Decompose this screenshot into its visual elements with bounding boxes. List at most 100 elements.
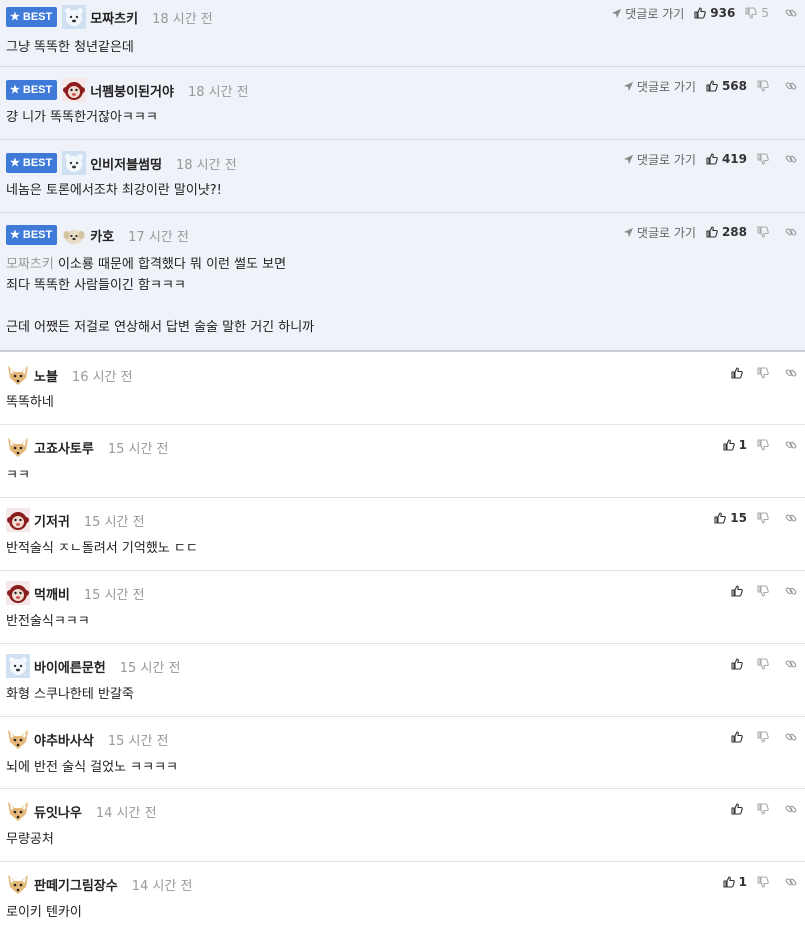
link-icon[interactable] <box>785 226 797 238</box>
thumbs-up-icon <box>694 7 707 19</box>
comment-header: 노블 16 시간 전 <box>6 363 133 387</box>
comment-actions <box>731 365 797 381</box>
comment-time: 18 시간 전 <box>175 157 237 173</box>
thumbs-down-icon <box>757 80 769 92</box>
downvote-button[interactable] <box>757 512 769 524</box>
link-icon[interactable] <box>785 585 797 597</box>
comment-header: 듀잇나우 14 시간 전 <box>6 799 157 823</box>
puppy-icon[interactable] <box>62 223 86 247</box>
thumbs-down-icon <box>757 153 769 165</box>
link-icon[interactable] <box>785 367 797 379</box>
link-icon[interactable] <box>785 439 797 451</box>
comment: 듀잇나우 14 시간 전 무량공처 <box>0 789 805 862</box>
upvote-button[interactable]: 936 <box>694 6 735 20</box>
monkey-icon[interactable] <box>62 78 87 102</box>
upvote-count: 1 <box>738 875 747 889</box>
upvote-button[interactable]: 419 <box>706 152 747 166</box>
downvote-button[interactable] <box>757 80 769 92</box>
star-icon: ★ <box>10 157 20 169</box>
location-arrow-icon <box>623 81 634 92</box>
comment: 바이에른문헌 15 시간 전 화형 스쿠나한테 반갈죽 <box>0 644 805 717</box>
fox-icon[interactable] <box>6 727 30 751</box>
polar-bear-icon[interactable] <box>62 5 87 29</box>
goto-reply-link[interactable]: 댓글로 가기 <box>611 5 684 22</box>
monkey-icon[interactable] <box>6 581 30 605</box>
comment-time: 17 시간 전 <box>128 229 189 245</box>
location-arrow-icon <box>623 227 634 238</box>
comment-nickname[interactable]: 기저귀 <box>34 511 70 530</box>
goto-reply-link[interactable]: 댓글로 가기 <box>623 224 696 241</box>
upvote-button[interactable] <box>731 731 747 743</box>
comment-text: ㅋㅋ <box>6 468 30 483</box>
upvote-button[interactable]: 1 <box>723 438 747 452</box>
comment-nickname[interactable]: 바이에른문헌 <box>34 657 106 676</box>
polar-bear-icon[interactable] <box>62 151 87 175</box>
upvote-button[interactable]: 288 <box>706 225 747 239</box>
link-icon[interactable] <box>785 731 797 743</box>
upvote-button[interactable]: 568 <box>706 79 747 93</box>
comment-actions: 15 <box>714 510 797 526</box>
downvote-button[interactable] <box>757 226 769 238</box>
link-icon[interactable] <box>785 7 797 19</box>
comment-nickname[interactable]: 야추바사삭 <box>34 730 94 749</box>
comment-text: 반전술식ㅋㅋㅋ <box>6 614 90 629</box>
goto-reply-link[interactable]: 댓글로 가기 <box>623 78 696 95</box>
downvote-button[interactable] <box>757 439 769 451</box>
comment-header: 고죠사토루 15 시간 전 <box>6 435 169 459</box>
link-icon[interactable] <box>785 512 797 524</box>
comment-actions <box>731 801 797 817</box>
upvote-button[interactable]: 1 <box>723 875 747 889</box>
comment-header: 기저귀 15 시간 전 <box>6 508 145 532</box>
best-comment: ★ BEST 너펨붕이된거야 18 시간 전 댓글로 가기 568 걍 니가 똑똑… <box>0 67 805 140</box>
link-icon[interactable] <box>785 803 797 815</box>
upvote-button[interactable] <box>731 367 747 379</box>
best-badge: ★ BEST <box>6 153 58 173</box>
comment-nickname[interactable]: 카호 <box>90 226 114 245</box>
comment-nickname[interactable]: 모짜츠키 <box>90 8 138 27</box>
comment-nickname[interactable]: 노블 <box>34 366 58 385</box>
link-icon[interactable] <box>785 876 797 888</box>
upvote-button[interactable] <box>731 658 747 670</box>
fox-icon[interactable] <box>6 435 30 459</box>
downvote-button[interactable] <box>757 367 769 379</box>
comment-header: 바이에른문헌 15 시간 전 <box>6 654 180 678</box>
downvote-button[interactable] <box>757 803 769 815</box>
upvote-button[interactable] <box>731 803 747 815</box>
upvote-count: 1 <box>738 438 747 452</box>
mention-link[interactable]: 모짜츠키 <box>6 257 54 272</box>
comment-nickname[interactable]: 먹깨비 <box>34 584 70 603</box>
link-icon[interactable] <box>785 658 797 670</box>
thumbs-down-icon <box>757 658 769 670</box>
comment-nickname[interactable]: 고죠사토루 <box>34 438 94 457</box>
comment-nickname[interactable]: 인비저블썸띵 <box>90 154 162 173</box>
thumbs-up-icon <box>731 731 743 743</box>
thumbs-up-icon <box>731 658 743 670</box>
downvote-button[interactable] <box>757 876 769 888</box>
downvote-button[interactable] <box>757 585 769 597</box>
fox-icon[interactable] <box>6 363 30 387</box>
thumbs-down-icon <box>757 731 769 743</box>
comment-text-rest: 죄다 똑똑한 사람들이긴 함ㅋㅋㅋ 근데 어쨌든 저걸로 연상해서 답변 술술 … <box>6 278 315 335</box>
downvote-button[interactable] <box>757 153 769 165</box>
comment-header: ★ BEST 모짜츠키 18 시간 전 <box>6 5 213 29</box>
link-icon[interactable] <box>785 80 797 92</box>
monkey-icon[interactable] <box>6 508 30 532</box>
upvote-button[interactable]: 15 <box>714 511 747 525</box>
star-icon: ★ <box>10 84 20 96</box>
link-icon[interactable] <box>785 153 797 165</box>
thumbs-up-icon <box>706 80 718 92</box>
location-arrow-icon <box>611 8 622 19</box>
upvote-button[interactable] <box>731 585 747 597</box>
fox-icon[interactable] <box>6 799 30 823</box>
comment-nickname[interactable]: 판떼기그림장수 <box>34 875 118 894</box>
polar-bear-icon[interactable] <box>6 654 30 678</box>
comment-nickname[interactable]: 듀잇나우 <box>34 802 82 821</box>
downvote-button[interactable] <box>757 731 769 743</box>
comment-actions: 댓글로 가기 419 <box>623 151 797 167</box>
comment-nickname[interactable]: 너펨붕이된거야 <box>90 81 174 100</box>
goto-reply-link[interactable]: 댓글로 가기 <box>623 151 696 168</box>
comment-actions: 1 <box>723 437 797 453</box>
fox-icon[interactable] <box>6 872 30 896</box>
downvote-button[interactable]: 5 <box>745 6 769 20</box>
downvote-button[interactable] <box>757 658 769 670</box>
